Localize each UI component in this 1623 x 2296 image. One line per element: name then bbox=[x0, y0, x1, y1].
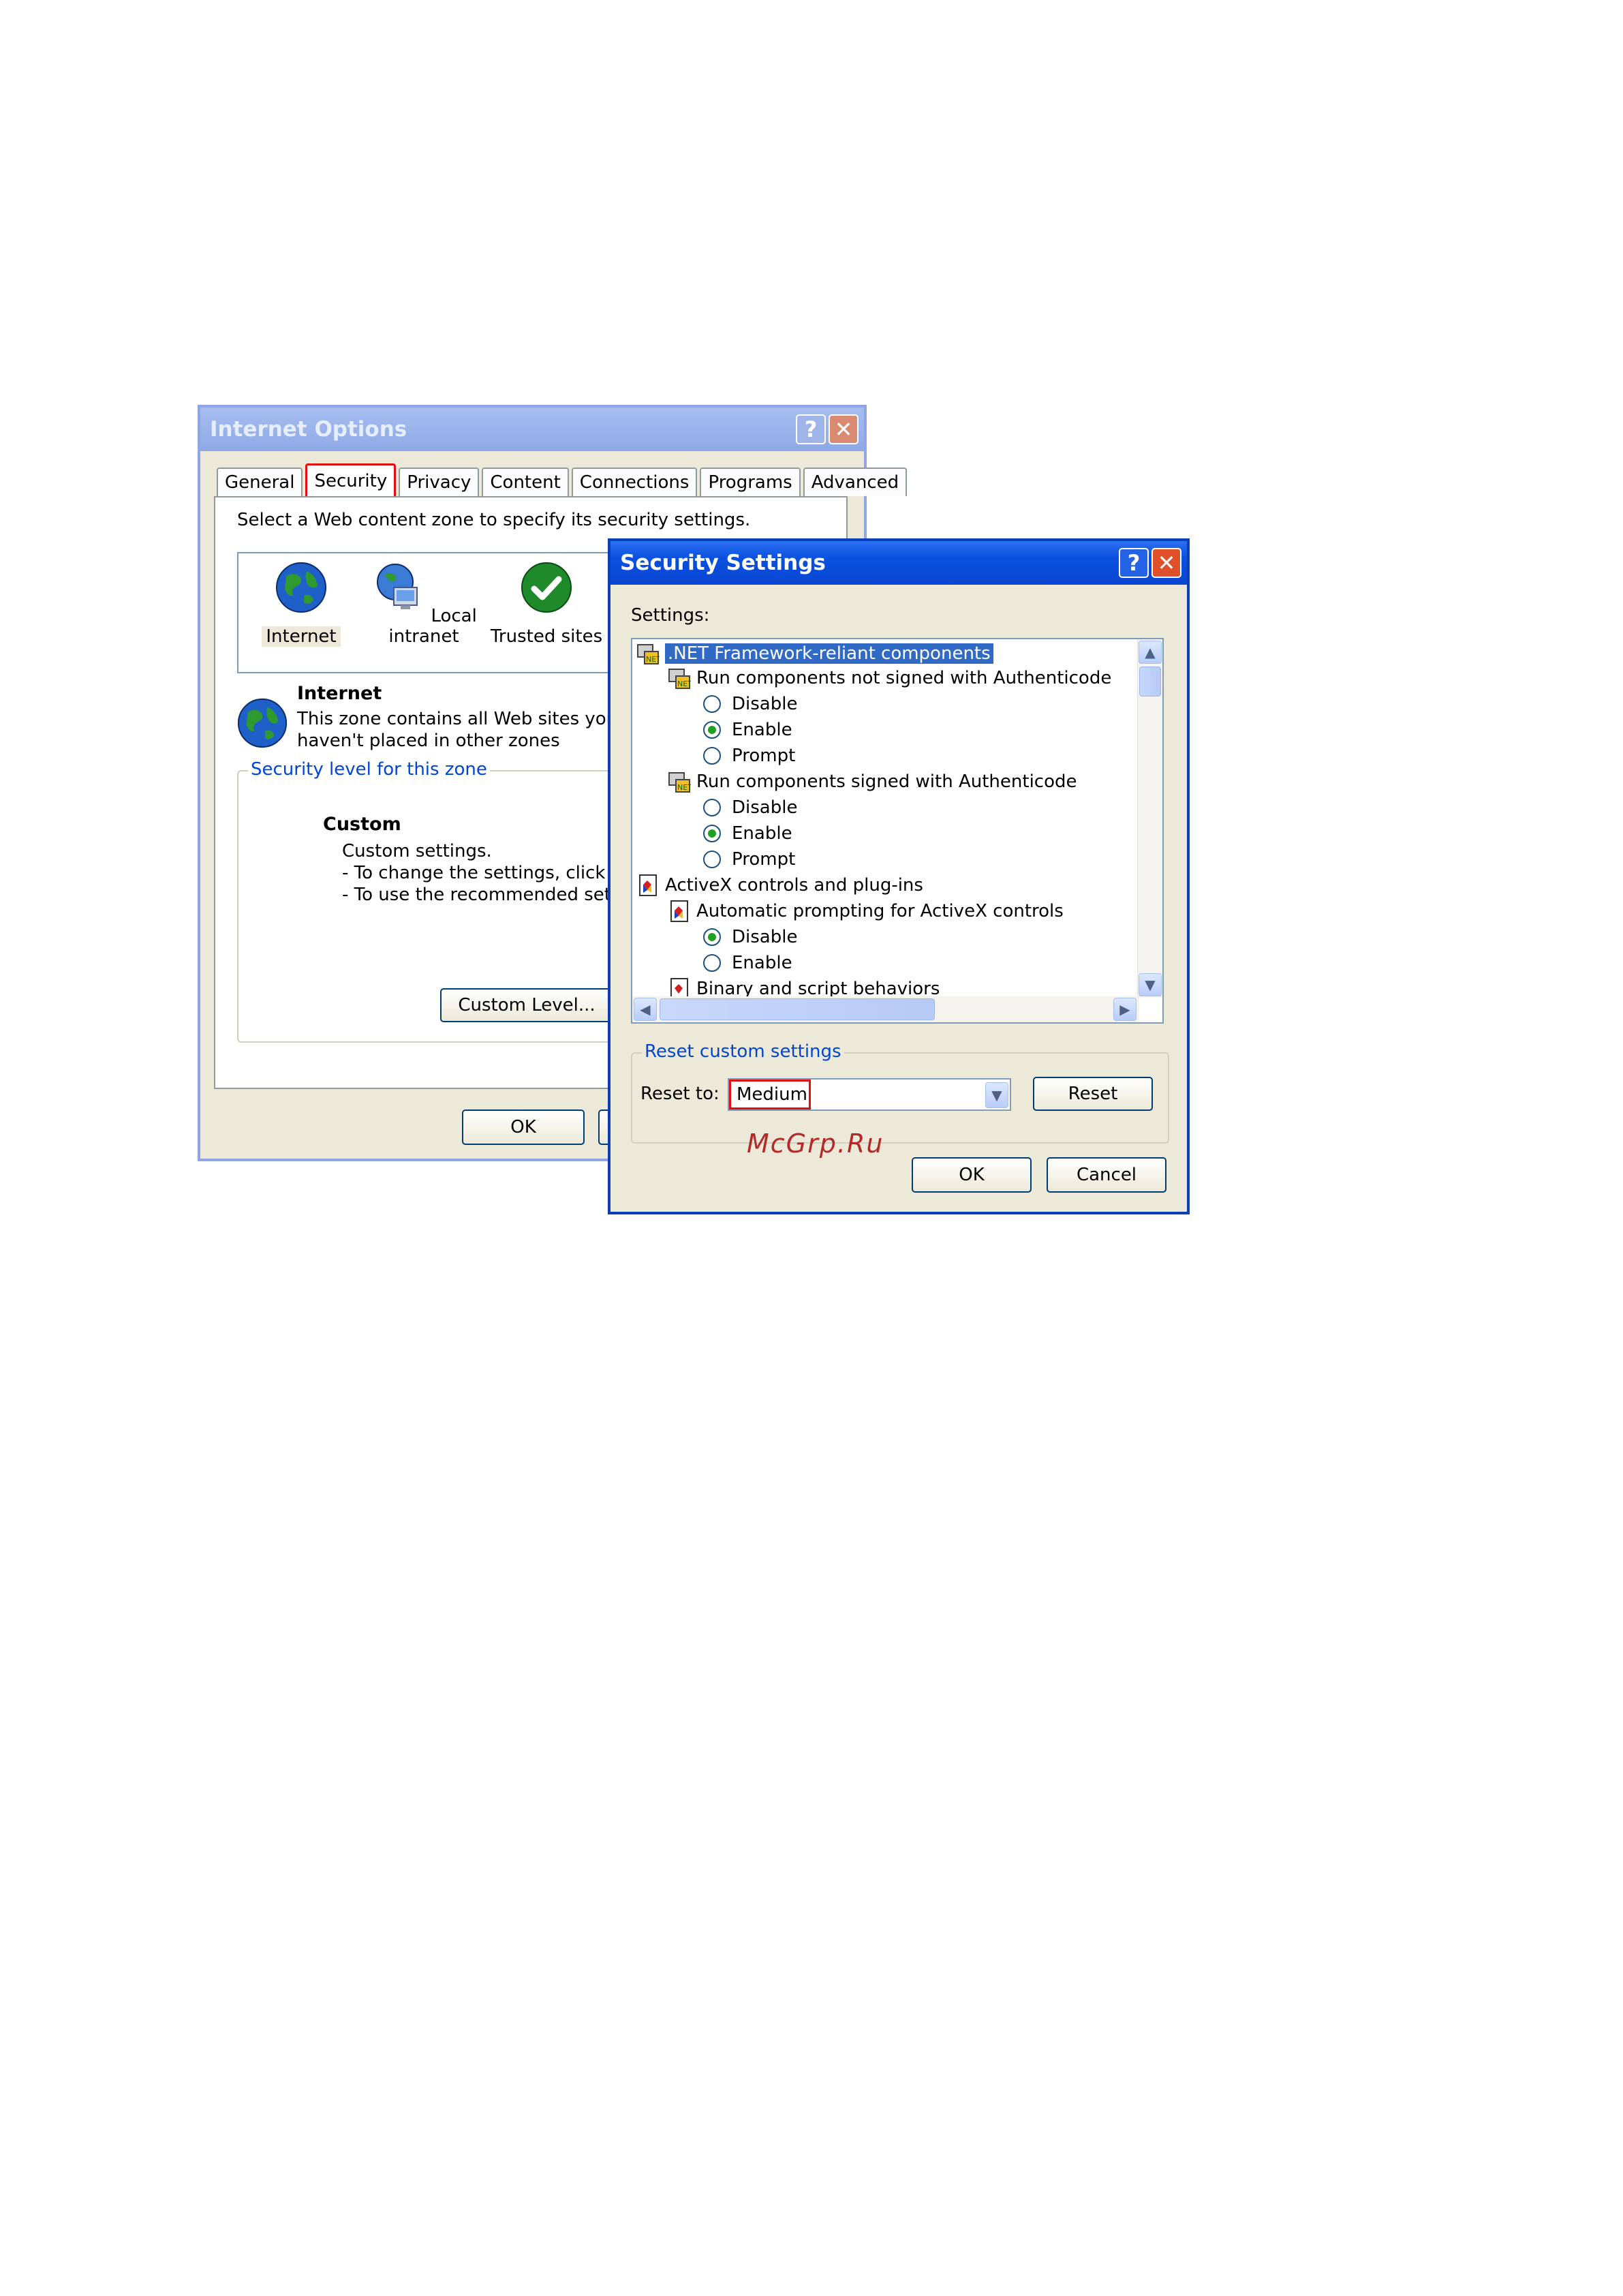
level-name: Custom bbox=[323, 814, 401, 835]
tab-content[interactable]: Content bbox=[482, 468, 569, 496]
tab-connections[interactable]: Connections bbox=[571, 468, 698, 496]
tab-privacy[interactable]: Privacy bbox=[399, 468, 480, 496]
list-item-setting[interactable]: Automatic prompting for ActiveX controls bbox=[668, 898, 1064, 924]
settings-list[interactable]: NET .NET Framework-reliant components NE… bbox=[631, 638, 1164, 1024]
radio-option[interactable]: Disable bbox=[703, 924, 797, 950]
components-icon: NET bbox=[668, 669, 691, 689]
zone-local-intranet[interactable]: Local intranet bbox=[362, 560, 485, 647]
radio-button[interactable] bbox=[703, 695, 721, 713]
list-item-label: Run components not signed with Authentic… bbox=[696, 668, 1112, 688]
radio-option[interactable]: Enable bbox=[703, 950, 792, 976]
ok-button[interactable]: OK bbox=[462, 1109, 585, 1145]
reset-custom-settings-group: Reset custom settings Reset to: Medium ▼… bbox=[631, 1041, 1169, 1144]
radio-label: Enable bbox=[732, 720, 792, 740]
radio-button[interactable] bbox=[703, 954, 721, 972]
scroll-up-icon[interactable]: ▲ bbox=[1139, 641, 1162, 664]
tab-programs[interactable]: Programs bbox=[700, 468, 801, 496]
zone-title: Internet bbox=[297, 683, 382, 704]
tab-security[interactable]: Security bbox=[305, 463, 397, 496]
zone-prompt: Select a Web content zone to specify its… bbox=[237, 510, 751, 530]
scroll-thumb[interactable] bbox=[660, 998, 935, 1020]
zone-label: Internet bbox=[262, 626, 341, 647]
globe-icon bbox=[237, 698, 288, 748]
radio-option[interactable]: Disable bbox=[703, 795, 797, 821]
vertical-scrollbar[interactable]: ▲ ▼ bbox=[1137, 639, 1162, 998]
scroll-left-icon[interactable]: ◀ bbox=[634, 998, 657, 1021]
checkmark-icon bbox=[521, 562, 572, 613]
window-title: Internet Options bbox=[210, 417, 407, 442]
window-title: Security Settings bbox=[620, 551, 826, 575]
tab-advanced[interactable]: Advanced bbox=[803, 468, 908, 496]
custom-level-button[interactable]: Custom Level... bbox=[440, 988, 613, 1022]
radio-option[interactable]: Prompt bbox=[703, 743, 795, 769]
radio-option[interactable]: Disable bbox=[703, 691, 797, 717]
radio-button-selected[interactable] bbox=[703, 825, 721, 842]
list-item-category[interactable]: NET .NET Framework-reliant components bbox=[636, 641, 993, 667]
list-item-setting[interactable]: NET Run components signed with Authentic… bbox=[668, 769, 1077, 795]
svg-text:NET: NET bbox=[646, 655, 660, 664]
radio-label: Disable bbox=[732, 797, 798, 818]
security-settings-titlebar[interactable]: Security Settings ? ✕ bbox=[610, 541, 1187, 585]
radio-button[interactable] bbox=[703, 851, 721, 868]
radio-button[interactable] bbox=[703, 799, 721, 816]
radio-label: Prompt bbox=[732, 746, 796, 766]
close-button[interactable]: ✕ bbox=[829, 414, 859, 444]
radio-option[interactable]: Enable bbox=[703, 821, 792, 846]
scroll-right-icon[interactable]: ▶ bbox=[1113, 998, 1137, 1021]
ok-button[interactable]: OK bbox=[912, 1157, 1032, 1193]
intranet-icon bbox=[377, 564, 418, 609]
radio-option[interactable]: Enable bbox=[703, 717, 792, 743]
components-icon: NET bbox=[668, 772, 691, 793]
level-text: - To change the settings, click Cus bbox=[342, 863, 644, 883]
list-item-label: Run components signed with Authenticode bbox=[696, 771, 1077, 792]
activex-icon bbox=[670, 900, 688, 922]
zone-label: Trusted sites bbox=[490, 626, 603, 647]
group-legend: Reset custom settings bbox=[642, 1041, 844, 1062]
reset-button[interactable]: Reset bbox=[1033, 1077, 1153, 1111]
radio-label: Disable bbox=[732, 694, 798, 714]
list-item-label: ActiveX controls and plug-ins bbox=[665, 875, 923, 896]
svg-text:NET: NET bbox=[677, 679, 691, 688]
components-icon: NET bbox=[637, 644, 660, 664]
globe-icon bbox=[276, 562, 326, 613]
level-text: Custom settings. bbox=[342, 841, 492, 861]
radio-label: Prompt bbox=[732, 849, 796, 870]
list-item-category[interactable]: ActiveX controls and plug-ins bbox=[636, 872, 923, 898]
group-legend: Security level for this zone bbox=[248, 759, 490, 780]
horizontal-scrollbar[interactable]: ◀ ▶ bbox=[632, 996, 1139, 1022]
reset-to-label: Reset to: bbox=[640, 1084, 720, 1104]
activex-icon bbox=[639, 874, 657, 896]
radio-button-selected[interactable] bbox=[703, 721, 721, 739]
radio-option[interactable]: Prompt bbox=[703, 846, 795, 872]
chevron-down-icon[interactable]: ▼ bbox=[985, 1082, 1008, 1108]
zone-description: haven't placed in other zones bbox=[297, 731, 560, 751]
scroll-down-icon[interactable]: ▼ bbox=[1139, 973, 1162, 996]
radio-label: Disable bbox=[732, 927, 798, 947]
tab-general[interactable]: General bbox=[217, 468, 303, 496]
internet-options-titlebar[interactable]: Internet Options ? ✕ bbox=[200, 408, 864, 451]
zone-internet[interactable]: Internet bbox=[240, 560, 362, 647]
zone-description: This zone contains all Web sites you bbox=[297, 709, 618, 729]
reset-to-value: Medium bbox=[729, 1080, 811, 1109]
list-item-label: Automatic prompting for ActiveX controls bbox=[696, 901, 1064, 921]
scroll-thumb[interactable] bbox=[1139, 667, 1161, 697]
cancel-button[interactable]: Cancel bbox=[1047, 1157, 1166, 1193]
help-button[interactable]: ? bbox=[1119, 548, 1149, 578]
tab-strip: General Security Privacy Content Connect… bbox=[217, 463, 910, 496]
radio-label: Enable bbox=[732, 823, 792, 844]
close-button[interactable]: ✕ bbox=[1151, 548, 1181, 578]
security-settings-window: Security Settings ? ✕ Settings: NET .NET… bbox=[608, 538, 1190, 1214]
svg-text:NET: NET bbox=[677, 783, 691, 792]
watermark: McGrp.Ru bbox=[747, 1129, 884, 1159]
reset-to-dropdown[interactable]: Medium ▼ bbox=[728, 1078, 1011, 1111]
radio-label: Enable bbox=[732, 953, 792, 973]
radio-button[interactable] bbox=[703, 747, 721, 765]
zone-trusted-sites[interactable]: Trusted sites bbox=[485, 560, 608, 647]
help-button[interactable]: ? bbox=[796, 414, 826, 444]
list-item-setting[interactable]: NET Run components not signed with Authe… bbox=[668, 665, 1111, 691]
level-text: - To use the recommended setting bbox=[342, 885, 646, 905]
list-item-label: .NET Framework-reliant components bbox=[665, 643, 993, 664]
radio-button-selected[interactable] bbox=[703, 928, 721, 946]
settings-label: Settings: bbox=[631, 605, 710, 626]
